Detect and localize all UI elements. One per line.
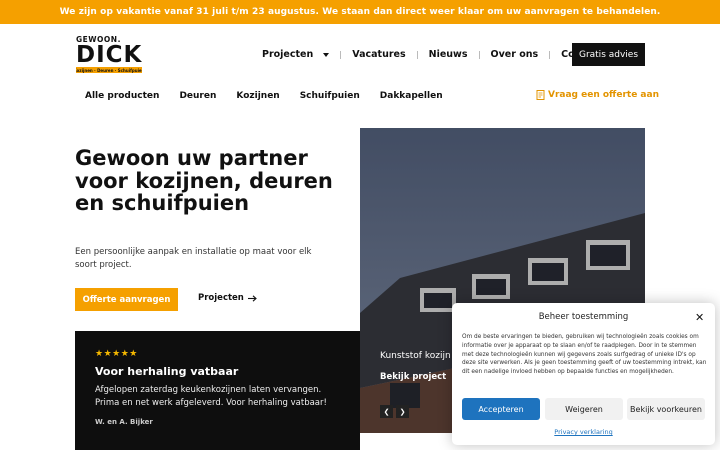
- main-nav: Projecten Vacatures Nieuws Over ons Cont…: [262, 49, 603, 60]
- view-preferences-button[interactable]: Bekijk voorkeuren: [627, 398, 705, 420]
- nav-label: Vacatures: [352, 49, 406, 60]
- view-project-link[interactable]: Bekijk project: [380, 372, 446, 382]
- subnav-item-alle-producten[interactable]: Alle producten: [85, 91, 159, 101]
- deny-button[interactable]: Weigeren: [545, 398, 623, 420]
- nav-divider: [340, 50, 342, 59]
- chevron-right-icon: ❯: [399, 407, 406, 416]
- request-quote-label: Vraag een offerte aan: [548, 90, 659, 100]
- nav-item-nieuws[interactable]: Nieuws: [429, 49, 468, 60]
- slider-prev-button[interactable]: ❮: [380, 405, 393, 418]
- hero-title: Gewoon uw partner voor kozijnen, deuren …: [75, 146, 333, 215]
- review-card: ★★★★★ Voor herhaling vatbaar Afgelopen z…: [75, 331, 360, 450]
- privacy-statement-link[interactable]: Privacy verklaring: [452, 428, 715, 436]
- logo-name: DICK: [76, 42, 143, 68]
- subnav-item-deuren[interactable]: Deuren: [179, 91, 216, 101]
- slider-next-button[interactable]: ❯: [396, 405, 409, 418]
- subnav-item-kozijnen[interactable]: Kozijnen: [236, 91, 279, 101]
- accept-button[interactable]: Accepteren: [462, 398, 540, 420]
- projects-link[interactable]: Projecten: [198, 293, 257, 303]
- nav-label: Over ons: [490, 49, 539, 60]
- nav-divider: [416, 50, 418, 59]
- review-title: Voor herhaling vatbaar: [95, 365, 239, 378]
- nav-item-over-ons[interactable]: Over ons: [491, 49, 539, 60]
- review-text: Afgelopen zaterdag keukenkozijnen laten …: [95, 385, 327, 408]
- document-icon: [536, 90, 545, 100]
- nav-label: Nieuws: [428, 49, 468, 60]
- consent-title: Beheer toestemming: [538, 312, 629, 322]
- product-nav: Alle producten Deuren Kozijnen Schuifpui…: [85, 91, 443, 101]
- consent-text: Om de beste ervaringen te bieden, gebrui…: [462, 334, 707, 376]
- vacation-banner: We zijn op vakantie vanaf 31 juli t/m 23…: [0, 0, 720, 24]
- review-author: W. en A. Bijker: [95, 418, 153, 426]
- request-quote-link[interactable]: Vraag een offerte aan: [536, 90, 659, 100]
- slide-caption: Kunststof kozijn: [380, 351, 451, 361]
- arrow-right-icon: [247, 294, 257, 302]
- free-advice-button[interactable]: Gratis advies: [572, 43, 645, 66]
- rating-stars: ★★★★★: [95, 349, 138, 359]
- nav-divider: [549, 50, 551, 59]
- request-offer-button[interactable]: Offerte aanvragen: [75, 288, 178, 311]
- subnav-item-dakkapellen[interactable]: Dakkapellen: [380, 91, 443, 101]
- nav-item-vacatures[interactable]: Vacatures: [352, 49, 405, 60]
- subnav-item-schuifpuien[interactable]: Schuifpuien: [300, 91, 360, 101]
- site-logo[interactable]: GEWOON. DICK Kozijnen · Deuren · Schuifp…: [76, 36, 144, 76]
- hero-subtitle: Een persoonlijke aanpak en installatie o…: [75, 247, 312, 270]
- logo-tagline: Kozijnen · Deuren · Schuifpuien: [76, 67, 142, 73]
- close-icon[interactable]: ✕: [695, 311, 704, 324]
- chevron-down-icon: [323, 52, 330, 57]
- nav-item-projecten[interactable]: Projecten: [262, 49, 330, 60]
- projects-link-label: Projecten: [198, 293, 244, 303]
- chevron-left-icon: ❮: [383, 407, 390, 416]
- cookie-consent-dialog: Beheer toestemming ✕ Om de beste ervarin…: [452, 303, 715, 445]
- vacation-banner-text: We zijn op vakantie vanaf 31 juli t/m 23…: [59, 7, 661, 17]
- nav-label: Projecten: [262, 49, 314, 60]
- nav-divider: [478, 50, 480, 59]
